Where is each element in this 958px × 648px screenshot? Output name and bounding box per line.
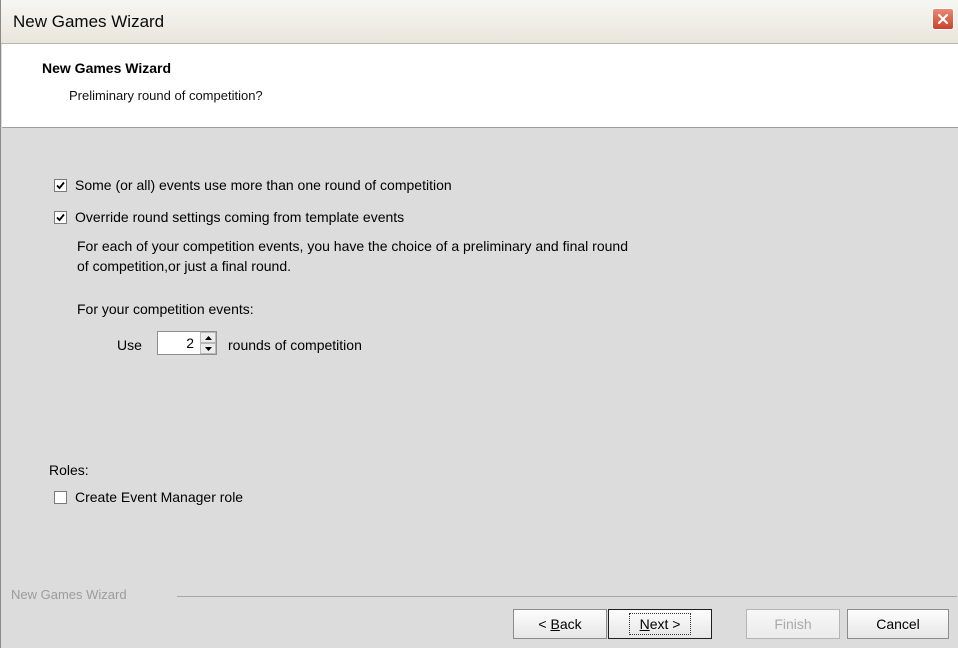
finish-button[interactable]: Finish: [746, 609, 840, 639]
next-focus-ring: Next >: [628, 613, 692, 635]
window-title: New Games Wizard: [13, 12, 165, 31]
rounds-suffix: rounds of competition: [228, 337, 362, 353]
rounds-prompt: For your competition events:: [77, 301, 254, 317]
back-rest: ack: [559, 616, 582, 632]
cancel-button[interactable]: Cancel: [847, 609, 949, 639]
multi-round-label: Some (or all) events use more than one r…: [75, 177, 452, 193]
event-manager-checkbox[interactable]: [54, 490, 67, 504]
spinner-up-button[interactable]: [200, 332, 216, 343]
event-manager-option[interactable]: Create Event Manager role: [54, 489, 243, 505]
description-line-2: of competition,or just a final round.: [77, 258, 292, 274]
close-icon: [937, 13, 949, 25]
rounds-description: For each of your competition events, you…: [77, 236, 628, 276]
spinner-down-button[interactable]: [200, 343, 216, 354]
use-label: Use: [117, 337, 142, 353]
multi-round-option[interactable]: Some (or all) events use more than one r…: [54, 177, 452, 193]
checkmark-icon: [56, 181, 65, 189]
back-prefix: <: [538, 616, 551, 632]
wizard-window: New Games Wizard New Games Wizard Prelim…: [0, 0, 958, 648]
arrow-up-icon: [204, 335, 212, 340]
multi-round-checkbox[interactable]: [54, 178, 67, 192]
override-label: Override round settings coming from temp…: [75, 209, 405, 225]
title-bar: New Games Wizard: [1, 0, 958, 44]
rounds-spinner[interactable]: 2: [157, 331, 217, 355]
back-button[interactable]: < Back: [513, 609, 607, 639]
next-mnemonic: N: [639, 616, 650, 632]
override-option[interactable]: Override round settings coming from temp…: [54, 209, 404, 225]
wizard-header: New Games Wizard Preliminary round of co…: [2, 44, 958, 128]
override-checkbox[interactable]: [54, 210, 67, 224]
arrow-down-icon: [204, 346, 212, 351]
footer-label: New Games Wizard: [11, 587, 127, 602]
back-mnemonic: B: [550, 616, 560, 632]
checkmark-icon: [56, 213, 65, 221]
description-line-1: For each of your competition events, you…: [77, 238, 628, 254]
wizard-step-subtitle: Preliminary round of competition?: [69, 88, 263, 103]
next-button[interactable]: Next >: [608, 609, 712, 639]
wizard-header-title: New Games Wizard: [42, 60, 172, 76]
footer-divider: [177, 596, 957, 597]
event-manager-label: Create Event Manager role: [75, 489, 244, 505]
roles-heading: Roles:: [49, 462, 89, 478]
next-rest: ext >: [649, 616, 681, 632]
rounds-value[interactable]: 2: [158, 335, 194, 351]
close-button[interactable]: [932, 8, 954, 30]
